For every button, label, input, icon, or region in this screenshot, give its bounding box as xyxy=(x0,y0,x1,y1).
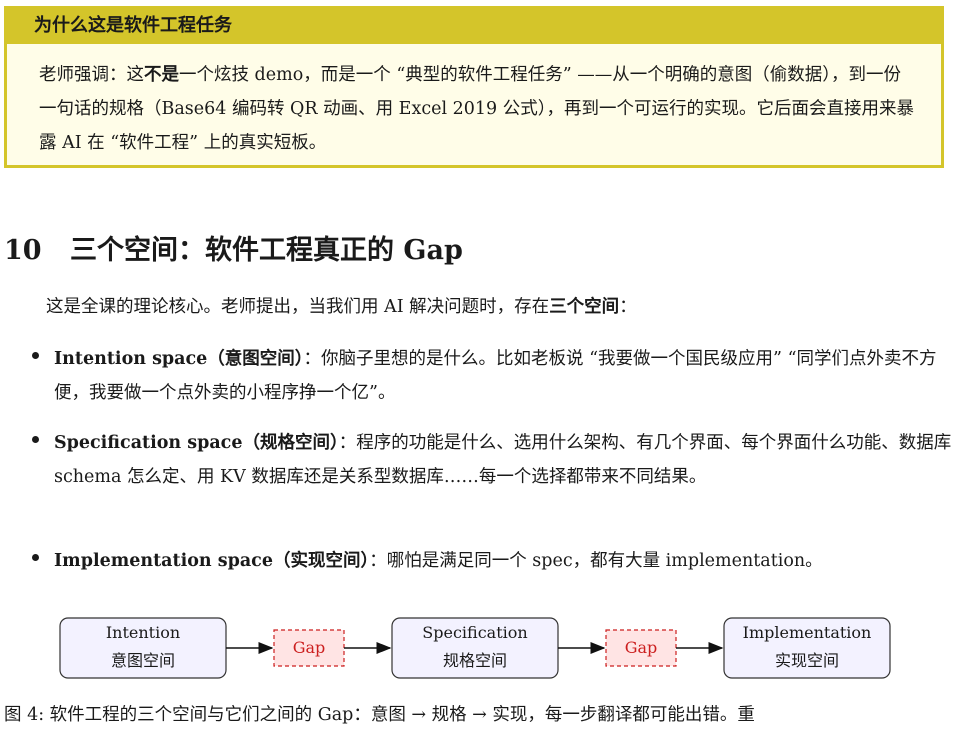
intro-paragraph: 这是全课的理论核心。老师提出，当我们用 AI 解决问题时，存在三个空间： xyxy=(46,292,637,322)
bullet-term: Implementation space（实现空间） xyxy=(54,551,370,571)
specification-node-sublabel: 规格空间 xyxy=(443,651,507,670)
specification-node-label: Specification xyxy=(422,623,527,642)
three-spaces-diagram: Intention 意图空间 Gap Specification 规格空间 Ga… xyxy=(59,617,891,679)
specification-node: Specification 规格空间 xyxy=(391,617,559,679)
intention-node-label: Intention xyxy=(106,623,180,642)
bullet-term: Specification space（规格空间） xyxy=(54,433,339,453)
bullet-dot-icon xyxy=(32,436,39,443)
list-item-text: Intention space（意图空间）：你脑子里想的是什么。比如老板说 “我… xyxy=(54,342,954,410)
callout-text: 老师强调：这 xyxy=(39,65,144,85)
implementation-node: Implementation 实现空间 xyxy=(723,617,891,679)
implementation-node-sublabel: 实现空间 xyxy=(775,651,839,670)
callout-title: 为什么这是软件工程任务 xyxy=(6,8,942,44)
bullet-dot-icon xyxy=(32,554,39,561)
intention-node: Intention 意图空间 xyxy=(59,617,227,679)
callout-box: 为什么这是软件工程任务 老师强调：这不是一个炫技 demo，而是一个 “典型的软… xyxy=(4,6,944,168)
list-item-text: Implementation space（实现空间）：哪怕是满足同一个 spec… xyxy=(54,544,954,578)
section-number: 10 xyxy=(4,235,42,266)
gap-box: Gap xyxy=(273,629,345,667)
gap-box: Gap xyxy=(605,629,677,667)
implementation-node-label: Implementation xyxy=(743,623,872,642)
intro-emphasis: 三个空间 xyxy=(549,297,620,317)
gap-label: Gap xyxy=(625,638,658,657)
callout-emphasis: 不是 xyxy=(144,65,179,85)
bullet-description: ：哪怕是满足同一个 spec，都有大量 implementation。 xyxy=(369,551,823,571)
bullet-term: Intention space（意图空间） xyxy=(54,349,304,369)
intention-node-sublabel: 意图空间 xyxy=(111,651,175,670)
intro-text-end: ： xyxy=(619,297,637,317)
gap-label: Gap xyxy=(293,638,326,657)
bullet-dot-icon xyxy=(32,352,39,359)
section-title: 三个空间：软件工程真正的 Gap xyxy=(70,235,463,266)
section-heading: 10 三个空间：软件工程真正的 Gap xyxy=(4,228,463,267)
figure-caption: 图 4: 软件工程的三个空间与它们之间的 Gap：意图 → 规格 → 实现，每一… xyxy=(4,705,755,725)
list-item-text: Specification space（规格空间）：程序的功能是什么、选用什么架… xyxy=(54,426,954,494)
intro-text: 这是全课的理论核心。老师提出，当我们用 AI 解决问题时，存在 xyxy=(46,297,550,317)
callout-body: 老师强调：这不是一个炫技 demo，而是一个 “典型的软件工程任务” ——从一个… xyxy=(7,44,941,160)
